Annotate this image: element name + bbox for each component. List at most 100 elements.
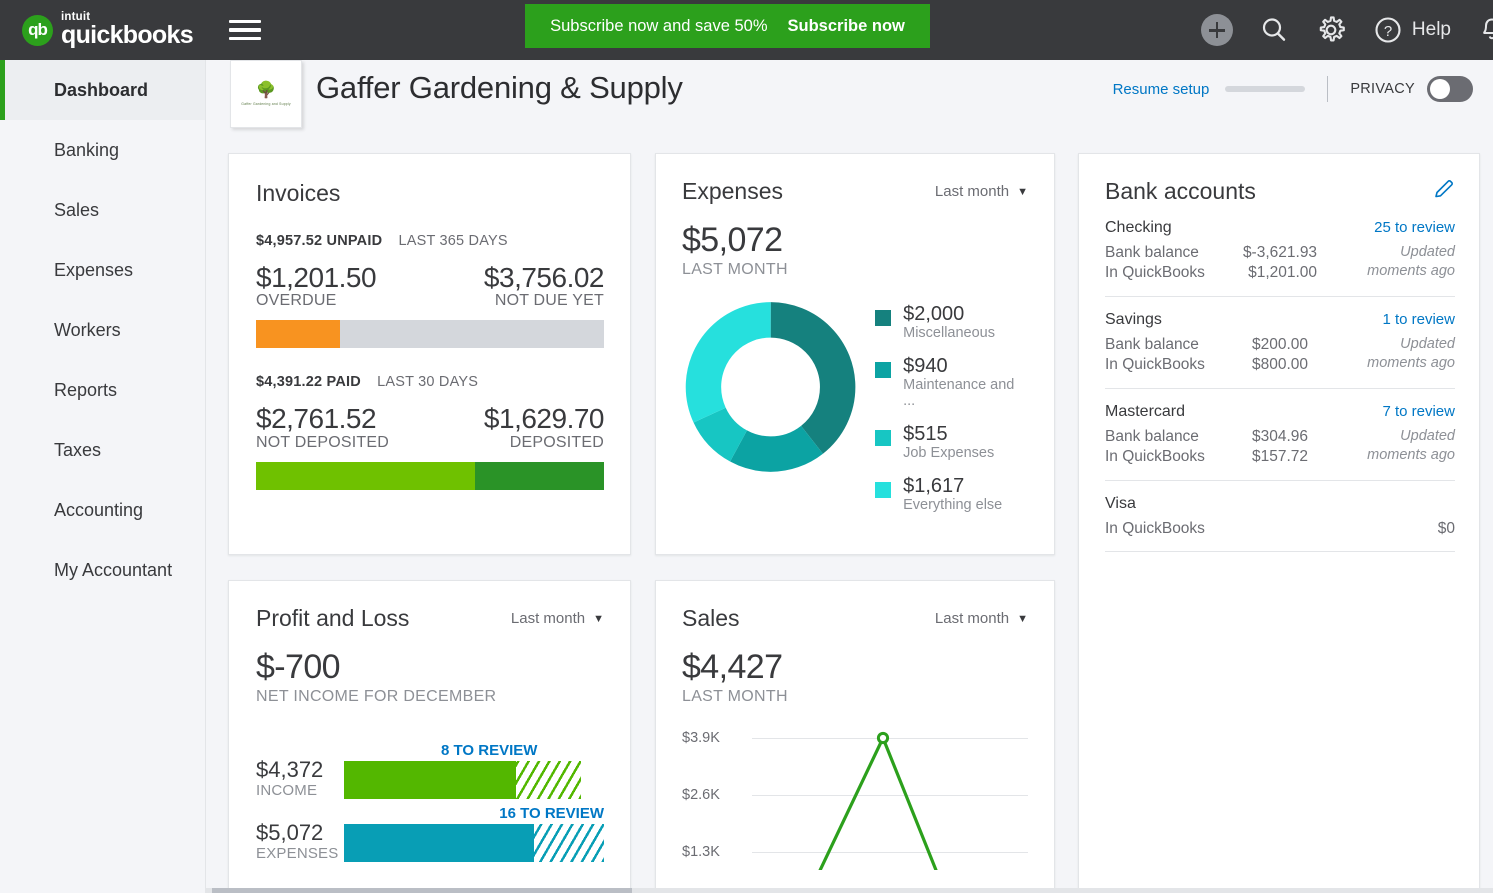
legend-category: Miscellaneous (903, 325, 995, 341)
top-bar-actions: ? Help (1201, 0, 1493, 60)
donut-slice-everything-else (703, 320, 837, 454)
settings-button[interactable] (1315, 14, 1347, 46)
pnl-subtitle: NET INCOME FOR DECEMBER (256, 688, 604, 706)
bank-account-row[interactable]: Visa In QuickBooks $0 (1105, 481, 1455, 552)
invoices-unpaid-summary: $4,957.52 UNPAID LAST 365 DAYS (256, 233, 604, 249)
in-quickbooks-label: In QuickBooks (1105, 355, 1246, 375)
notdeposited-bar-segment (256, 462, 475, 490)
income-bar-hatched (516, 761, 581, 799)
quickbooks-logo[interactable]: qb intuit quickbooks (22, 12, 193, 48)
sales-line-chart[interactable]: $3.9K $2.6K $1.3K (682, 720, 1028, 870)
sidebar-item-banking[interactable]: Banking (0, 120, 205, 180)
pencil-icon[interactable] (1433, 178, 1455, 200)
pnl-title: Profit and Loss (256, 605, 409, 632)
pnl-period-dropdown[interactable]: Last month ▼ (511, 610, 604, 627)
expenses-period-dropdown[interactable]: Last month ▼ (935, 183, 1028, 200)
sidebar-item-dashboard[interactable]: Dashboard (0, 60, 205, 120)
add-new-button[interactable] (1201, 14, 1233, 46)
search-button[interactable] (1259, 15, 1289, 45)
expenses-review-link[interactable]: 16 TO REVIEW (499, 805, 604, 822)
sidebar-item-expenses[interactable]: Expenses (0, 240, 205, 300)
unpaid-period: LAST 365 DAYS (398, 233, 507, 249)
unpaid-progress-bar[interactable] (256, 320, 604, 348)
paid-progress-bar[interactable] (256, 462, 604, 490)
pnl-period-label: Last month (511, 610, 585, 627)
in-quickbooks-value: $157.72 (1252, 447, 1308, 467)
account-review-link[interactable]: 25 to review (1374, 219, 1455, 237)
expenses-title: Expenses (682, 178, 783, 205)
bank-accounts-title: Bank accounts (1105, 178, 1256, 205)
company-header: 🌳 Gaffer Gardening and Supply Gaffer Gar… (212, 60, 1493, 128)
legend-category: Everything else (903, 497, 1002, 513)
expenses-amount-bar: $5,072 (256, 821, 344, 845)
setup-and-privacy: Resume setup PRIVACY (1113, 76, 1473, 102)
subscribe-now-button[interactable]: Subscribe now (788, 17, 905, 36)
notdeposited-amount: $2,761.52 (256, 404, 389, 433)
expenses-bar-hatched (534, 824, 604, 862)
sidebar-item-label: Sales (54, 200, 99, 221)
donut-svg[interactable] (682, 297, 859, 477)
notdeposited-block[interactable]: $2,761.52 NOT DEPOSITED (256, 404, 389, 451)
sales-card: Sales Last month ▼ $4,427 LAST MONTH $3.… (655, 580, 1055, 893)
updated-time: moments ago (1314, 354, 1455, 373)
legend-swatch (875, 310, 891, 326)
pnl-income-row[interactable]: $4,372 INCOME 8 TO REVIEW (256, 758, 604, 799)
sidebar-item-label: Accounting (54, 500, 143, 521)
notdue-label: NOT DUE YET (484, 292, 604, 310)
bank-account-row[interactable]: Mastercard 7 to review Bank balance In Q… (1105, 389, 1455, 481)
legend-item[interactable]: $940 Maintenance and ... (875, 355, 1028, 409)
invoices-title: Invoices (256, 180, 604, 207)
account-review-link[interactable]: 7 to review (1382, 403, 1455, 421)
legend-amount: $515 (903, 423, 994, 445)
sidebar-item-sales[interactable]: Sales (0, 180, 205, 240)
sales-period-dropdown[interactable]: Last month ▼ (935, 610, 1028, 627)
sidebar-item-my-accountant[interactable]: My Accountant (0, 540, 205, 600)
bank-balance-value: $-3,621.93 (1243, 243, 1317, 263)
pnl-bar-chart: $4,372 INCOME 8 TO REVIEW $5,072 EXPENSE… (256, 758, 604, 862)
income-bar-solid (344, 761, 516, 799)
overdue-block[interactable]: $1,201.50 OVERDUE (256, 263, 376, 310)
sidebar-item-taxes[interactable]: Taxes (0, 420, 205, 480)
company-logo-thumbnail[interactable]: 🌳 Gaffer Gardening and Supply (230, 60, 302, 128)
profit-and-loss-card: Profit and Loss Last month ▼ $-700 NET I… (228, 580, 631, 893)
y-axis-tick: $3.9K (682, 730, 720, 746)
svg-text:?: ? (1384, 23, 1392, 40)
sidebar-item-accounting[interactable]: Accounting (0, 480, 205, 540)
sales-title: Sales (682, 605, 740, 632)
updated-label: Updated (1323, 243, 1455, 262)
updated-time: moments ago (1314, 446, 1455, 465)
horizontal-scrollbar-thumb[interactable] (212, 888, 632, 893)
deposited-amount: $1,629.70 (484, 404, 604, 433)
bank-account-row[interactable]: Savings 1 to review Bank balance In Quic… (1105, 297, 1455, 389)
notdeposited-label: NOT DEPOSITED (256, 434, 389, 452)
notifications-button[interactable] (1477, 15, 1493, 45)
promo-message: Subscribe now and save 50% (550, 17, 767, 36)
hamburger-menu-icon[interactable] (229, 15, 261, 46)
help-button[interactable]: ? Help (1373, 15, 1451, 45)
deposited-block[interactable]: $1,629.70 DEPOSITED (484, 404, 604, 451)
hamburger-line (229, 20, 261, 24)
sidebar-item-label: Reports (54, 380, 117, 401)
top-navigation-bar: qb intuit quickbooks Subscribe now and s… (0, 0, 1493, 60)
bank-account-row[interactable]: Checking 25 to review Bank balance In Qu… (1105, 205, 1455, 297)
account-name: Visa (1105, 495, 1136, 513)
help-icon: ? (1373, 15, 1403, 45)
tree-icon: 🌳 (256, 83, 276, 99)
unpaid-amount: $4,957.52 UNPAID (256, 233, 382, 249)
legend-item[interactable]: $515 Job Expenses (875, 423, 1028, 461)
subscribe-promo-banner[interactable]: Subscribe now and save 50% Subscribe now (525, 4, 930, 48)
expenses-label-bar: EXPENSES (256, 845, 344, 862)
sidebar-item-workers[interactable]: Workers (0, 300, 205, 360)
sidebar-item-reports[interactable]: Reports (0, 360, 205, 420)
legend-item[interactable]: $2,000 Miscellaneous (875, 303, 1028, 341)
legend-category: Maintenance and ... (903, 377, 1028, 409)
legend-item[interactable]: $1,617 Everything else (875, 475, 1028, 513)
overdue-bar-segment (256, 320, 340, 348)
pnl-expenses-row[interactable]: $5,072 EXPENSES 16 TO REVIEW (256, 821, 604, 862)
legend-swatch (875, 430, 891, 446)
privacy-toggle[interactable] (1427, 76, 1473, 102)
account-review-link[interactable]: 1 to review (1382, 311, 1455, 329)
resume-setup-link[interactable]: Resume setup (1113, 81, 1210, 98)
income-review-link[interactable]: 8 TO REVIEW (441, 742, 537, 759)
notdue-block[interactable]: $3,756.02 NOT DUE YET (484, 263, 604, 310)
